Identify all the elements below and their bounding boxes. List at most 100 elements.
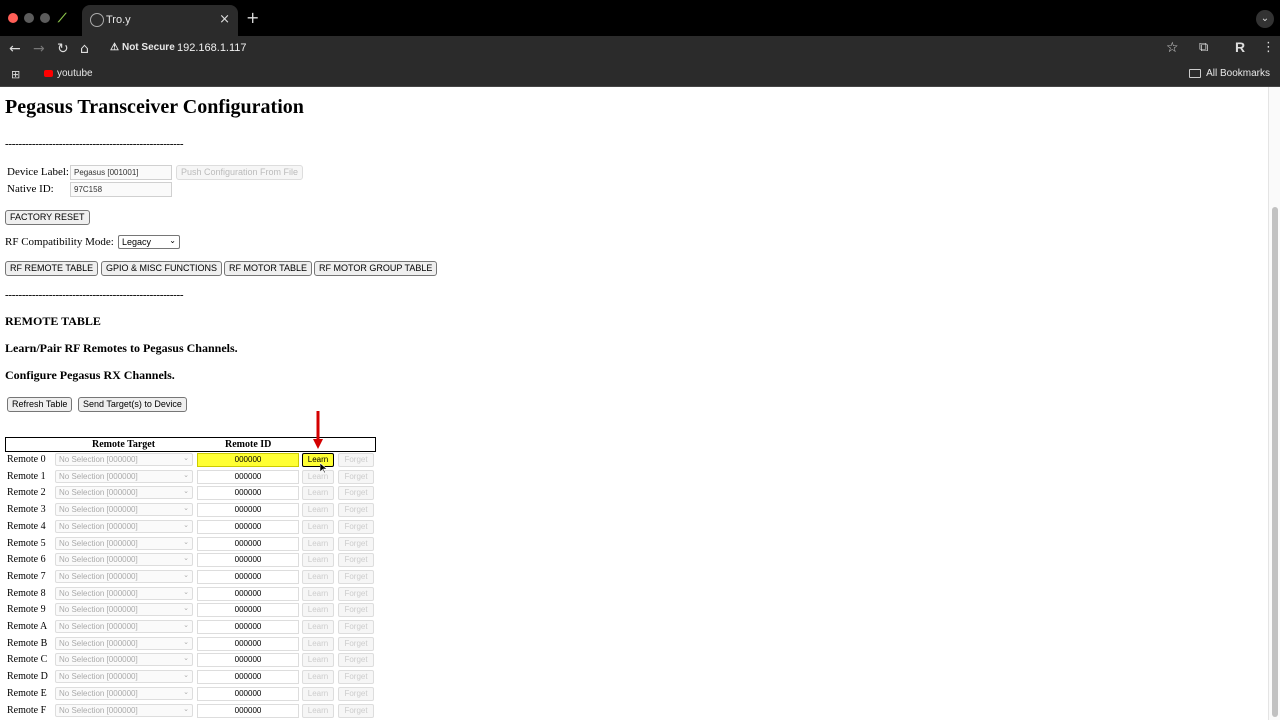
forward-icon[interactable]: → bbox=[33, 40, 45, 58]
tab-search-icon[interactable]: ⌄ bbox=[1256, 10, 1274, 28]
remote-id-field[interactable]: 000000 bbox=[197, 469, 299, 484]
forget-button[interactable]: Forget bbox=[338, 569, 374, 584]
forget-button[interactable]: Forget bbox=[338, 503, 374, 518]
factory-reset-button[interactable]: FACTORY RESET bbox=[5, 210, 90, 225]
remote-id-field[interactable]: 000000 bbox=[197, 569, 299, 584]
device-label-field[interactable]: Pegasus [001001] bbox=[70, 165, 172, 180]
remote-id-field[interactable]: 000000 bbox=[197, 670, 299, 685]
learn-button[interactable]: Learn bbox=[302, 603, 334, 618]
remote-target-select[interactable]: No Selection [000000] ⌄ bbox=[55, 569, 193, 583]
tab-active[interactable]: Tro.y × bbox=[82, 5, 238, 36]
rf-motor-table-button[interactable]: RF MOTOR TABLE bbox=[224, 261, 313, 276]
scrollbar-thumb[interactable] bbox=[1272, 207, 1278, 717]
back-icon[interactable]: ← bbox=[9, 40, 21, 58]
remote-target-select[interactable]: No Selection [000000] ⌄ bbox=[55, 586, 193, 600]
reload-icon[interactable]: ↻ bbox=[57, 40, 69, 58]
home-icon[interactable]: ⌂ bbox=[80, 40, 89, 58]
gpio-misc-button[interactable]: GPIO & MISC FUNCTIONS bbox=[101, 261, 223, 276]
remote-target-select[interactable]: No Selection [000000] ⌄ bbox=[55, 703, 193, 717]
remote-target-select[interactable]: No Selection [000000] ⌄ bbox=[55, 670, 193, 684]
forget-button[interactable]: Forget bbox=[338, 486, 374, 501]
refresh-table-button[interactable]: Refresh Table bbox=[7, 397, 73, 412]
close-window-button[interactable] bbox=[8, 13, 18, 23]
pinned-tab-icon[interactable]: ⟋ bbox=[58, 11, 72, 25]
forget-button[interactable]: Forget bbox=[338, 453, 374, 467]
remote-id-field[interactable]: 000000 bbox=[197, 486, 299, 501]
learn-button[interactable]: Learn bbox=[302, 503, 334, 518]
remote-target-select[interactable]: No Selection [000000] ⌄ bbox=[55, 486, 193, 500]
remote-id-field[interactable]: 000000 bbox=[197, 553, 299, 568]
forget-button[interactable]: Forget bbox=[338, 469, 374, 484]
learn-button[interactable]: Learn bbox=[302, 469, 334, 484]
apps-grid-icon[interactable]: ⊞ bbox=[11, 68, 20, 81]
new-tab-button[interactable]: + bbox=[246, 10, 259, 26]
forget-button[interactable]: Forget bbox=[338, 686, 374, 701]
forget-button[interactable]: Forget bbox=[338, 653, 374, 668]
learn-button[interactable]: Learn bbox=[302, 536, 334, 551]
remote-target-select[interactable]: No Selection [000000] ⌄ bbox=[55, 653, 193, 667]
remote-id-field[interactable]: 000000 bbox=[197, 586, 299, 601]
close-tab-icon[interactable]: × bbox=[219, 12, 230, 27]
remote-id-field[interactable]: 000000 bbox=[197, 519, 299, 534]
forget-button[interactable]: Forget bbox=[338, 620, 374, 634]
remote-id-field[interactable]: 000000 bbox=[197, 536, 299, 551]
page-scrollbar[interactable] bbox=[1268, 87, 1280, 720]
push-configuration-button[interactable]: Push Configuration From File bbox=[176, 165, 304, 180]
send-targets-button[interactable]: Send Target(s) to Device bbox=[78, 397, 187, 412]
security-indicator[interactable]: ⚠ Not Secure bbox=[110, 42, 175, 53]
learn-button[interactable]: Learn bbox=[302, 519, 334, 534]
remote-target-select[interactable]: No Selection [000000] ⌄ bbox=[55, 603, 193, 617]
learn-button[interactable]: Learn bbox=[302, 670, 334, 685]
more-menu-icon[interactable]: ⋮ bbox=[1262, 40, 1275, 55]
forget-button[interactable]: Forget bbox=[338, 636, 374, 651]
profile-icon[interactable]: R bbox=[1235, 39, 1245, 55]
remote-target-select[interactable]: No Selection [000000] ⌄ bbox=[55, 686, 193, 700]
remote-target-select[interactable]: No Selection [000000] ⌄ bbox=[55, 553, 193, 567]
learn-button[interactable]: Learn bbox=[302, 703, 334, 718]
remote-id-field[interactable]: 000000 bbox=[197, 503, 299, 518]
forget-button[interactable]: Forget bbox=[338, 553, 374, 568]
rf-motor-group-table-button[interactable]: RF MOTOR GROUP TABLE bbox=[314, 261, 438, 276]
remote-target-select[interactable]: No Selection [000000] ⌄ bbox=[55, 469, 193, 483]
forget-button[interactable]: Forget bbox=[338, 586, 374, 601]
bookmark-youtube[interactable]: youtube bbox=[44, 68, 93, 79]
forget-button[interactable]: Forget bbox=[338, 703, 374, 718]
remote-id-field[interactable]: 000000 bbox=[197, 703, 299, 718]
rf-mode-select[interactable]: Legacy ⌄ bbox=[118, 235, 180, 249]
remote-target-select[interactable]: No Selection [000000] ⌄ bbox=[55, 536, 193, 550]
learn-button[interactable]: Learn bbox=[302, 553, 334, 568]
remote-id-field[interactable]: 000000 bbox=[197, 620, 299, 634]
learn-button[interactable]: Learn bbox=[302, 569, 334, 584]
learn-button[interactable]: Learn bbox=[302, 586, 334, 601]
remote-id-field[interactable]: 000000 bbox=[197, 686, 299, 701]
rf-remote-table-button[interactable]: RF REMOTE TABLE bbox=[5, 261, 99, 276]
remote-id-field[interactable]: 000000 bbox=[197, 453, 299, 467]
minimize-window-button[interactable] bbox=[24, 13, 34, 23]
remote-target-select[interactable]: No Selection [000000] ⌄ bbox=[55, 519, 193, 533]
learn-button[interactable]: Learn bbox=[302, 636, 334, 651]
all-bookmarks-button[interactable]: All Bookmarks bbox=[1189, 68, 1270, 79]
learn-button[interactable]: Learn bbox=[302, 453, 334, 467]
url-text[interactable]: 192.168.1.117 bbox=[177, 42, 247, 54]
forget-button[interactable]: Forget bbox=[338, 603, 374, 618]
remote-id-field[interactable]: 000000 bbox=[197, 603, 299, 618]
bookmark-star-icon[interactable]: ☆ bbox=[1166, 40, 1179, 56]
remote-target-select[interactable]: No Selection [000000] ⌄ bbox=[55, 453, 193, 466]
remote-target-select[interactable]: No Selection [000000] ⌄ bbox=[55, 636, 193, 650]
learn-button[interactable]: Learn bbox=[302, 653, 334, 668]
address-bar[interactable]: ⚠ Not Secure 192.168.1.117 bbox=[104, 39, 1188, 59]
native-id-field[interactable]: 97C158 bbox=[70, 182, 172, 197]
remote-target-select[interactable]: No Selection [000000] ⌄ bbox=[55, 620, 193, 633]
forget-button[interactable]: Forget bbox=[338, 536, 374, 551]
remote-target-select[interactable]: No Selection [000000] ⌄ bbox=[55, 503, 193, 517]
extensions-icon[interactable]: ⧉ bbox=[1199, 40, 1208, 55]
learn-button[interactable]: Learn bbox=[302, 486, 334, 501]
remote-id-field[interactable]: 000000 bbox=[197, 653, 299, 668]
remote-id-field[interactable]: 000000 bbox=[197, 636, 299, 651]
forget-button[interactable]: Forget bbox=[338, 670, 374, 685]
learn-button[interactable]: Learn bbox=[302, 686, 334, 701]
forget-button[interactable]: Forget bbox=[338, 519, 374, 534]
learn-button[interactable]: Learn bbox=[302, 620, 334, 634]
remote-name: Remote 8 bbox=[7, 587, 46, 599]
maximize-window-button[interactable] bbox=[40, 13, 50, 23]
